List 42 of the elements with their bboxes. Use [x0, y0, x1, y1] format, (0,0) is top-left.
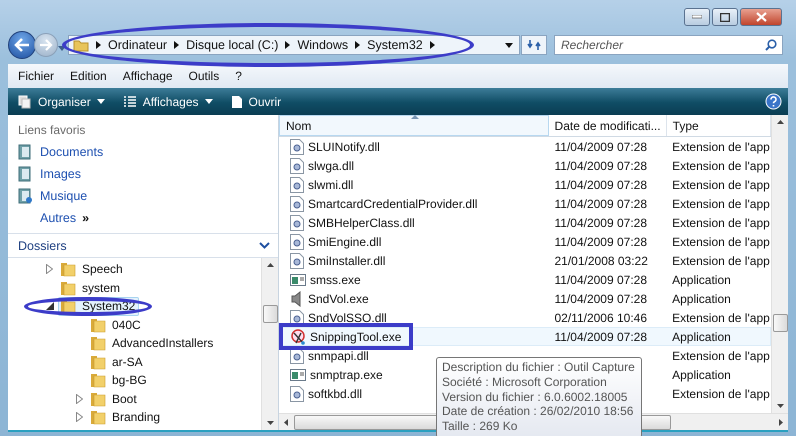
file-name: SLUINotify.dll — [308, 140, 380, 154]
date-cell: 11/04/2009 07:28 — [554, 292, 648, 306]
file-info-tooltip: Description du fichier : Outil Capture Société : Microsoft Corporation Version du fichier : 6.0.6002.18005 Date de création : 26/02/2010 18:56 Taille : 269 Ko — [436, 357, 642, 436]
date-cell: 11/04/2009 07:28 — [554, 196, 648, 210]
file-name: SmartcardCredentialProvider.dll — [308, 196, 478, 210]
type-cell: Application — [672, 292, 731, 306]
date-cell: 11/04/2009 07:28 — [554, 216, 648, 230]
file-name: softkbd.dll — [308, 386, 362, 400]
file-name: snmpapi.dll — [308, 348, 369, 362]
file-name: SnippingTool.exe — [310, 330, 402, 344]
file-name: smss.exe — [310, 272, 361, 286]
file-name: SmiEngine.dll — [308, 234, 382, 248]
section-title: Liens favoris — [18, 123, 86, 137]
date-cell: 02/11/2006 10:46 — [554, 310, 648, 324]
date-cell: 11/04/2009 07:28 — [554, 140, 648, 154]
type-cell: Extension de l'app — [672, 310, 770, 324]
date-cell: 11/04/2009 07:28 — [554, 178, 648, 192]
type-cell: Extension de l'app — [672, 234, 770, 248]
file-name: SndVolSSO.dll — [308, 310, 387, 324]
section-title: Dossiers — [18, 238, 67, 252]
file-name: slwga.dll — [308, 158, 354, 172]
type-cell: Extension de l'app — [672, 216, 770, 230]
type-cell: Application — [672, 272, 731, 286]
file-name: SMBHelperClass.dll — [308, 216, 415, 230]
file-name: snmptrap.exe — [310, 368, 383, 382]
date-cell: 21/01/2008 03:22 — [554, 254, 648, 268]
type-cell: Extension de l'app — [672, 178, 770, 192]
type-cell: Application — [672, 330, 731, 344]
date-cell: 11/04/2009 07:28 — [554, 158, 648, 172]
date-cell: 11/04/2009 07:28 — [554, 272, 648, 286]
type-cell: Application — [672, 368, 731, 382]
date-cell: 11/04/2009 07:28 — [554, 234, 648, 248]
file-name: slwmi.dll — [308, 178, 354, 192]
file-name: SmiInstaller.dll — [308, 254, 386, 268]
type-cell: Extension de l'app — [672, 158, 770, 172]
type-cell: Extension de l'app — [672, 140, 770, 154]
type-cell: Extension de l'app — [672, 254, 770, 268]
date-cell: 11/04/2009 07:28 — [554, 330, 648, 344]
type-cell: Extension de l'app — [672, 348, 770, 362]
type-cell: Extension de l'app — [672, 196, 770, 210]
file-name: SndVol.exe — [308, 292, 369, 306]
type-cell: Extension de l'app — [672, 386, 770, 400]
